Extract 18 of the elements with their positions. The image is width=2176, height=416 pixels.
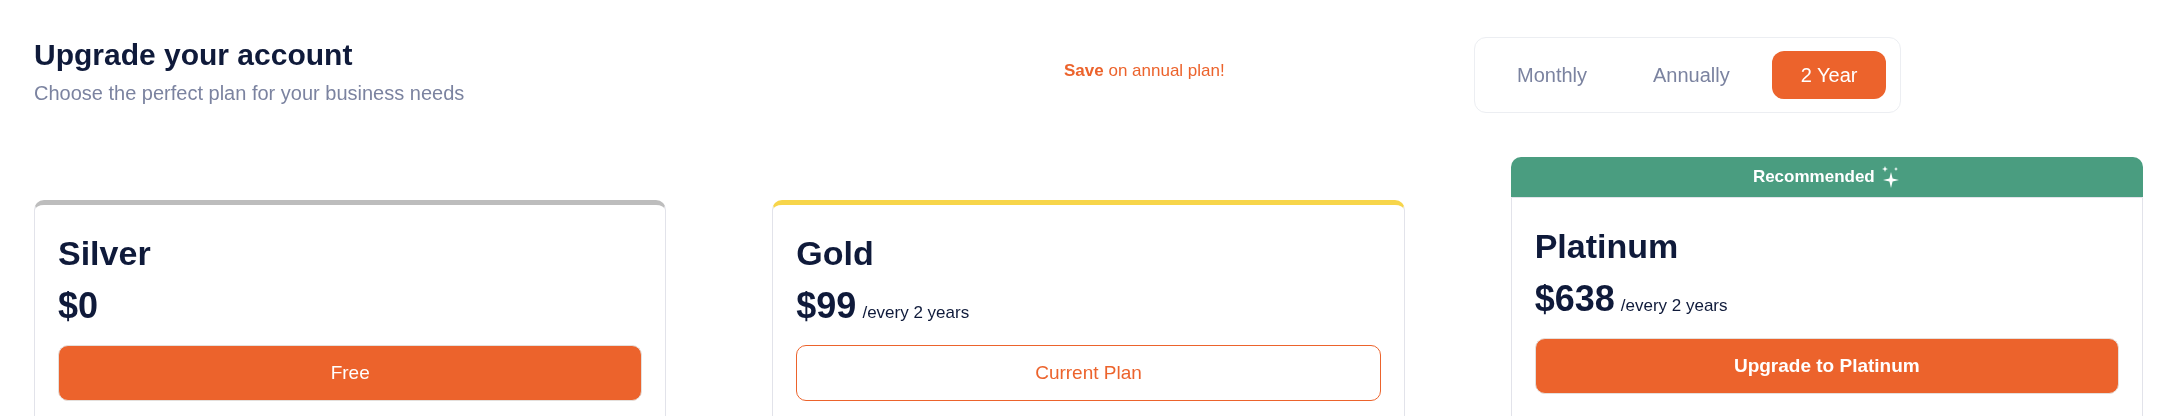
billing-option[interactable]: Monthly bbox=[1493, 51, 1612, 99]
plan-name: Silver bbox=[58, 233, 152, 273]
plan-button[interactable]: Current Plan bbox=[796, 345, 1381, 401]
billing-option[interactable]: 2 Year bbox=[1771, 51, 1887, 99]
plan-price: $99 bbox=[796, 285, 857, 327]
plan-name: Platinum bbox=[1534, 226, 1680, 266]
plan-button[interactable]: Free bbox=[58, 345, 643, 401]
plan-name: Gold bbox=[796, 233, 875, 273]
plan-button[interactable]: Upgrade to Platinum bbox=[1534, 338, 2119, 394]
plan-price: $638 bbox=[1534, 278, 1615, 320]
banner-label: Recommended bbox=[1752, 167, 1875, 187]
page-title: Upgrade your account bbox=[34, 38, 354, 72]
billing-option[interactable]: Annually bbox=[1629, 51, 1754, 99]
promo-text: Save on annual plan! bbox=[1064, 60, 1226, 81]
price-period: /every 2 years bbox=[1620, 296, 1728, 316]
plan-price: $0 bbox=[58, 285, 99, 327]
price-period: /every 2 years bbox=[862, 303, 970, 323]
page-subtitle: Choose the perfect plan for your business needs bbox=[34, 82, 466, 105]
